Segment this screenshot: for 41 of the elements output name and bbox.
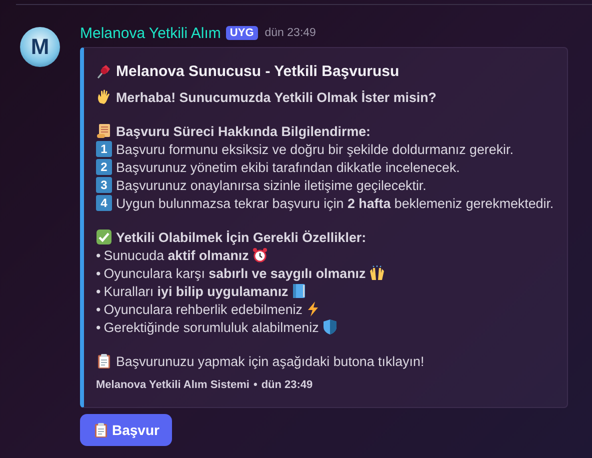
footer-text: Melanova Yetkili Alım Sistemi xyxy=(96,379,250,391)
pushpin-icon xyxy=(96,63,112,79)
apply-button[interactable]: Başvur xyxy=(80,414,172,446)
alarm-clock-icon xyxy=(252,247,268,263)
author-name[interactable]: Melanova Yetkili Alım xyxy=(80,24,221,42)
book-icon xyxy=(291,283,308,299)
step-text: Başvurunuz yönetim ekibi tarafından dikkatle incelenecek. xyxy=(116,160,460,174)
instruction-text: Başvurunuzu yapmak için aşağıdaki butona tıklayın! xyxy=(116,354,424,368)
step-text: Başvuru formunu eksiksiz ve doğru bir şekilde doldurmanız gerekir. xyxy=(116,142,514,156)
number-key-icon: 3 xyxy=(96,177,112,193)
section-heading: Yetkili Olabilmek İçin Gerekli Özellikler: xyxy=(116,230,366,244)
bullet-mark: • xyxy=(96,284,101,298)
step-text: Uygun bulunmazsa tekrar başvuru için 2 hafta beklemeniz gerekmektedir. xyxy=(116,196,554,210)
bot-avatar[interactable]: M xyxy=(20,27,60,67)
requirement-text: Oyunculara rehberlik edebilmeniz xyxy=(104,302,302,316)
greeting-text: Merhaba! Sunucumuzda Yetkili Olmak İster misin? xyxy=(116,90,436,104)
requirement-text: Gerektiğinde sorumluluk alabilmeniz xyxy=(104,320,319,334)
requirement-text: Sunucuda aktif olmanız xyxy=(104,248,249,262)
waving-hand-icon xyxy=(96,89,112,105)
check-mark-icon xyxy=(96,229,112,245)
scroll-icon xyxy=(96,123,112,139)
shield-icon xyxy=(322,319,338,335)
number-key-icon: 1 xyxy=(96,141,112,157)
step-text: Başvurunuz onaylanırsa sizinle iletişime geçilecektir. xyxy=(116,178,426,192)
footer-time: dün 23:49 xyxy=(261,379,313,391)
raised-hands-icon xyxy=(368,265,385,281)
requirement-text: Oyunculara karşı sabırlı ve saygılı olmanız xyxy=(104,266,366,280)
clipboard-icon xyxy=(93,422,109,438)
bullet-mark: • xyxy=(96,266,101,280)
bullet-mark: • xyxy=(96,320,101,334)
number-key-icon: 4 xyxy=(96,195,112,211)
section-heading: Başvuru Süreci Hakkında Bilgilendirme: xyxy=(116,124,371,138)
bullet-mark: • xyxy=(96,302,101,316)
embed-title: Melanova Sunucusu - Yetkili Başvurusu xyxy=(116,62,400,80)
bullet-mark: • xyxy=(96,248,101,262)
footer-separator: • xyxy=(253,379,258,391)
requirement-text: Kuralları iyi bilip uygulamanız xyxy=(104,284,288,298)
clipboard-icon xyxy=(96,353,112,369)
number-key-icon: 2 xyxy=(96,159,112,175)
server-tag: UYG xyxy=(226,26,258,40)
message-time: dün 23:49 xyxy=(264,27,316,39)
